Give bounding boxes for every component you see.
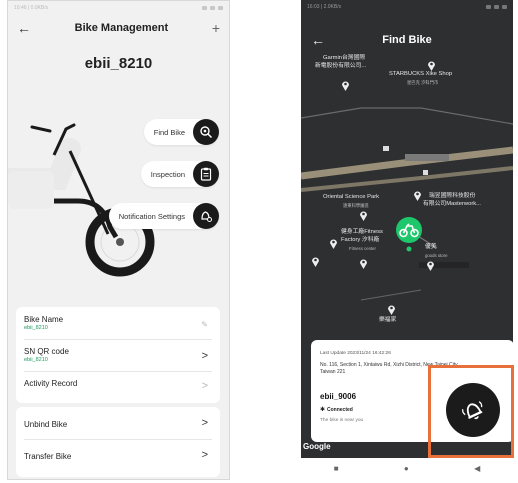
google-logo: Google xyxy=(303,442,331,451)
page-title: Bike Management xyxy=(74,22,169,34)
home-icon[interactable]: ● xyxy=(404,464,409,473)
map-label: Garmin台灣國際 xyxy=(323,55,366,61)
map-pin-icon[interactable] xyxy=(311,256,320,267)
bell-gear-icon xyxy=(193,203,219,229)
row-label: Transfer Bike xyxy=(24,452,72,461)
pencil-icon: ✎ xyxy=(201,320,208,329)
map-label: 新電股份有限公司... xyxy=(315,63,367,69)
chevron-right-icon: > xyxy=(201,350,208,362)
map-pin-icon[interactable] xyxy=(427,60,436,71)
status-icons xyxy=(486,5,507,9)
map-pin-icon[interactable] xyxy=(413,190,422,201)
add-bike-button[interactable]: + xyxy=(212,20,220,36)
map-label: 有限公司Masterwork... xyxy=(423,201,481,207)
proximity-text: The bike is near you xyxy=(320,418,364,423)
unbind-bike-row[interactable]: Unbind Bike > xyxy=(24,409,212,440)
recents-icon[interactable]: ■ xyxy=(334,464,339,473)
map-label: 星巴克 汐科門市 xyxy=(407,80,439,85)
map-label: STARBUCKS Xike Shop xyxy=(389,71,453,77)
map-label: goods store xyxy=(425,253,448,258)
status-icons xyxy=(202,6,223,10)
map-label: 健身工廠Fitness xyxy=(341,229,383,235)
chevron-right-icon: > xyxy=(201,417,208,429)
status-time: 16:03 | 2.0KB/s xyxy=(307,4,342,10)
header: ← Find Bike xyxy=(301,28,513,52)
status-bar: 10:46 | 0.0KB/s xyxy=(8,1,229,15)
magnifier-location-icon xyxy=(193,119,219,145)
bike-actions-card: Unbind Bike > Transfer Bike > xyxy=(16,407,220,477)
inspection-button[interactable]: Inspection xyxy=(140,161,219,187)
map-label: Oriental Science Park xyxy=(323,194,380,200)
bike-management-screen: 10:46 | 0.0KB/s ← Bike Management + ebii… xyxy=(7,0,230,480)
inspection-label: Inspection xyxy=(150,169,185,179)
chevron-right-icon: > xyxy=(201,449,208,461)
activity-record-row[interactable]: Activity Record > xyxy=(24,373,212,401)
back-arrow-icon[interactable]: ← xyxy=(17,20,31,36)
page-title: Find Bike xyxy=(382,34,432,46)
bluetooth-icon: ✱ xyxy=(320,407,326,413)
map-label: Factory 汐科廠 xyxy=(341,237,380,243)
map-pin-icon[interactable] xyxy=(359,258,368,269)
ringing-bell-icon xyxy=(462,401,483,420)
status-bar: 16:03 | 2.0KB/s xyxy=(301,0,513,14)
row-label: SN QR code xyxy=(24,347,69,356)
sn-qr-code-row[interactable]: SN QR code ebii_8210 > xyxy=(24,341,212,372)
bike-info-card: Bike Name ebii_8210 ✎ SN QR code ebii_82… xyxy=(16,307,220,403)
map-label: 優美 xyxy=(425,244,437,250)
row-label: Unbind Bike xyxy=(24,420,68,429)
map-pin-icon[interactable] xyxy=(426,260,435,271)
map-label: 遠東科學園區 xyxy=(343,203,369,208)
map-label: Fitness center xyxy=(349,246,376,251)
header: ← Bike Management + xyxy=(8,15,229,41)
chevron-right-icon: > xyxy=(201,380,208,392)
map-pin-icon[interactable] xyxy=(341,80,350,91)
notification-settings-label: Notification Settings xyxy=(118,211,185,221)
back-triangle-icon[interactable]: ◀ xyxy=(474,464,480,473)
map-label: 樂福家 xyxy=(379,317,397,323)
bike-location-marker-icon[interactable] xyxy=(395,216,423,252)
find-bike-button[interactable]: Find Bike xyxy=(143,119,219,145)
clipboard-icon xyxy=(193,161,219,187)
device-name: ebii_9006 xyxy=(320,392,357,401)
notification-settings-button[interactable]: Notification Settings xyxy=(108,203,219,229)
status-time: 10:46 | 0.0KB/s xyxy=(14,5,49,11)
map-pin-icon[interactable] xyxy=(359,210,368,221)
row-label: Bike Name xyxy=(24,315,64,324)
map-pin-icon[interactable] xyxy=(387,304,396,315)
map-pin-icon[interactable] xyxy=(329,238,338,249)
bike-name-row[interactable]: Bike Name ebii_8210 ✎ xyxy=(24,311,212,340)
row-label: Activity Record xyxy=(24,379,78,388)
ring-bell-button[interactable] xyxy=(446,383,500,437)
row-value: ebii_8210 xyxy=(24,325,48,331)
system-nav-bar: ■ ● ◀ xyxy=(301,458,513,478)
transfer-bike-row[interactable]: Transfer Bike > xyxy=(24,441,212,471)
connection-status: Connected xyxy=(327,407,353,413)
find-bike-label: Find Bike xyxy=(153,127,185,137)
map-label: 瑞昱國際科技股份 xyxy=(429,193,476,199)
row-value: ebii_8210 xyxy=(24,357,48,363)
bike-name-heading: ebii_8210 xyxy=(84,55,153,72)
last-update-text: Last Update 2023/11/24 16:42:26 xyxy=(320,351,391,356)
